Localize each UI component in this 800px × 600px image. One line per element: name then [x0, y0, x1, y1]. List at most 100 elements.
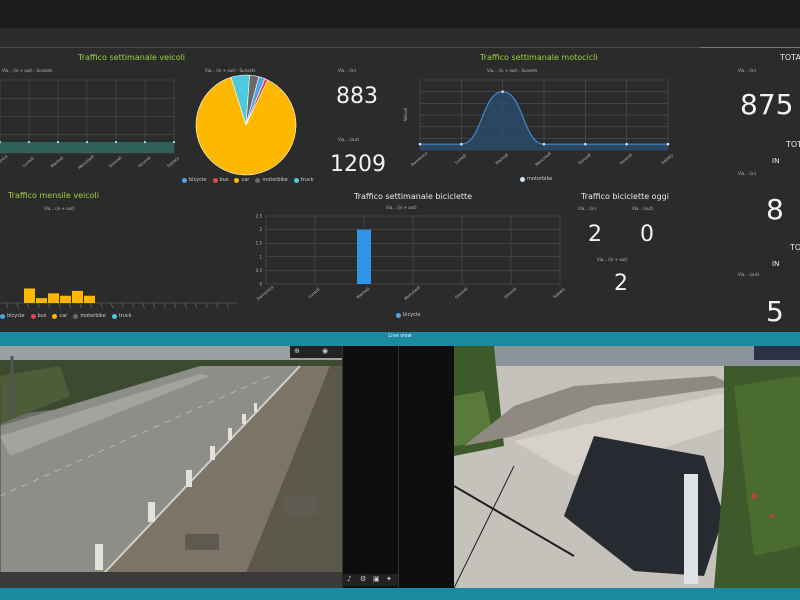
truck-dot	[293, 177, 299, 183]
x-tick-label: Sabato	[660, 152, 674, 165]
y-tick-label: 1	[259, 254, 262, 259]
camera-feed-parking[interactable]	[454, 346, 800, 588]
today-in-label: Via... (in)	[578, 206, 597, 211]
globe-icon[interactable]: ⊕	[294, 347, 300, 355]
data-point	[501, 90, 504, 93]
monthly-bar	[60, 295, 71, 303]
x-tick-label: Venerdì	[618, 152, 633, 166]
car-dot	[52, 313, 58, 319]
camera-feed-empty-2[interactable]	[398, 346, 454, 588]
totals-in-2: IN	[772, 157, 780, 165]
vehicle-type-pie-chart	[195, 74, 297, 176]
bicycle-bar	[357, 229, 371, 284]
data-point	[584, 142, 587, 146]
x-tick-label: Giovedì	[108, 155, 123, 169]
x-tick-label: Mercoledì	[403, 285, 421, 301]
counter-in-label: Via... (in)	[338, 68, 357, 73]
data-point	[418, 142, 422, 146]
weekly-motorbikes-ylabel: Veicoli	[402, 108, 408, 121]
legend-motorbike[interactable]: motorbike	[73, 313, 106, 319]
truck-dot	[111, 313, 117, 319]
live-view-title: Live view	[388, 333, 412, 339]
totals-label-3: Via... (out)	[738, 272, 759, 277]
y-tick-label: 0	[259, 282, 262, 287]
legend-bicycle[interactable]: bicycle	[182, 177, 207, 183]
weekly-bicycles-chart: 2.5 2 1.5 1 0.5 0Domenica Lunedì Martedì Mercole…	[256, 214, 567, 302]
weekly-motorbikes-chart: Domenica Lunedì Martedì Mercoledì Giovedì Ven…	[410, 79, 674, 167]
bicycle-dot	[396, 312, 401, 318]
today-out-value: 0	[640, 222, 654, 247]
legend-truck[interactable]: truck	[111, 313, 132, 319]
legend-label: truck	[118, 313, 132, 319]
totals-value-1: 875	[740, 88, 794, 121]
legend-label: bus	[37, 313, 47, 319]
x-tick-label: Martedì	[356, 286, 371, 300]
weekly-vehicles-chart: Domenica Lunedì Martedì Mercoledì Giovedì Ven…	[0, 79, 180, 170]
motorbike-dot	[73, 313, 79, 319]
legend-label: motorbike	[527, 176, 553, 182]
road-scene	[0, 346, 342, 588]
bottom-status-strip	[0, 588, 800, 600]
camera-feed-empty-1[interactable]	[342, 346, 398, 588]
today-total-label: Via... (in + out)	[597, 257, 628, 262]
totals-title-1: TOTA	[780, 53, 800, 62]
data-point	[625, 142, 628, 146]
legend-motorbike[interactable]: motorbike	[255, 177, 288, 183]
today-total-value: 2	[614, 271, 628, 296]
monthly-bar	[84, 295, 95, 303]
totals-value-3: 5	[766, 295, 784, 328]
legend-label: motorbike	[262, 177, 288, 183]
bicycle-dot	[182, 177, 187, 183]
x-tick-label: Domenica	[0, 153, 9, 170]
x-tick-label: Martedì	[50, 155, 65, 169]
legend-car[interactable]: car	[234, 177, 249, 183]
legend-motorbike-series[interactable]: motorbike	[520, 176, 552, 182]
data-point	[460, 142, 463, 146]
x-tick-label: Venerdì	[503, 286, 518, 300]
legend-bicycle[interactable]: bicycle	[0, 313, 25, 319]
motorbike-dot	[520, 176, 525, 182]
x-tick-label: Mercoledì	[534, 151, 552, 167]
x-tick-label: Giovedì	[454, 286, 469, 300]
legend-truck[interactable]: truck	[293, 177, 314, 183]
bicycle-legend: bicycle	[396, 312, 421, 318]
gear-icon[interactable]: ✦	[386, 575, 392, 583]
legend-label: motorbike	[80, 313, 106, 319]
weekly-bicycles-title: Traffico settimanale biciclette	[354, 192, 473, 201]
microphone-icon[interactable]: ♪	[347, 575, 351, 583]
legend-label: bicycle	[403, 312, 421, 318]
totals-label: Via... (in)	[738, 68, 757, 73]
totals-title-2: TOT	[786, 140, 800, 149]
bus-dot	[30, 313, 36, 319]
legend-bus[interactable]: bus	[212, 177, 229, 183]
monthly-vehicles-chart	[0, 288, 238, 309]
settings-icon[interactable]: ⚙	[360, 575, 366, 583]
monthly-vehicles-title: Traffico mensile veicoli	[8, 191, 99, 200]
y-tick-label: 2	[259, 227, 262, 232]
data-point	[114, 140, 118, 144]
counter-out-label: Via... (out)	[338, 137, 359, 142]
today-out-label: Via... (out)	[632, 206, 653, 211]
snapshot-icon[interactable]: ▣	[373, 575, 380, 583]
camera-icon[interactable]: ◉	[322, 347, 328, 355]
legend-label: car	[59, 313, 68, 319]
legend-car[interactable]: car	[52, 313, 67, 319]
x-tick-label: Lunedì	[307, 287, 320, 299]
totals-value-2: 8	[766, 193, 784, 226]
legend-bus[interactable]: bus	[30, 313, 47, 319]
legend-label: car	[241, 177, 250, 183]
y-tick-label: 0.5	[256, 268, 263, 273]
data-point	[172, 140, 176, 144]
camera-feed-road[interactable]	[0, 346, 342, 588]
weekly-bicycles-subtitle: Via... (in + out)	[386, 205, 417, 210]
monthly-vehicles-subtitle: Via... (in + out)	[44, 206, 75, 211]
monthly-bar	[24, 288, 35, 303]
legend-bicycle-series[interactable]: bicycle	[396, 312, 421, 318]
monthly-bar	[48, 293, 59, 303]
monthly-bar	[72, 290, 83, 303]
y-tick-label: 1.5	[256, 241, 263, 246]
legend-label: bus	[219, 177, 229, 183]
header-divider	[0, 47, 800, 48]
monthly-legend: bicycle bus car motorbike truck	[0, 313, 132, 319]
x-tick-label: Sabato	[552, 286, 566, 299]
